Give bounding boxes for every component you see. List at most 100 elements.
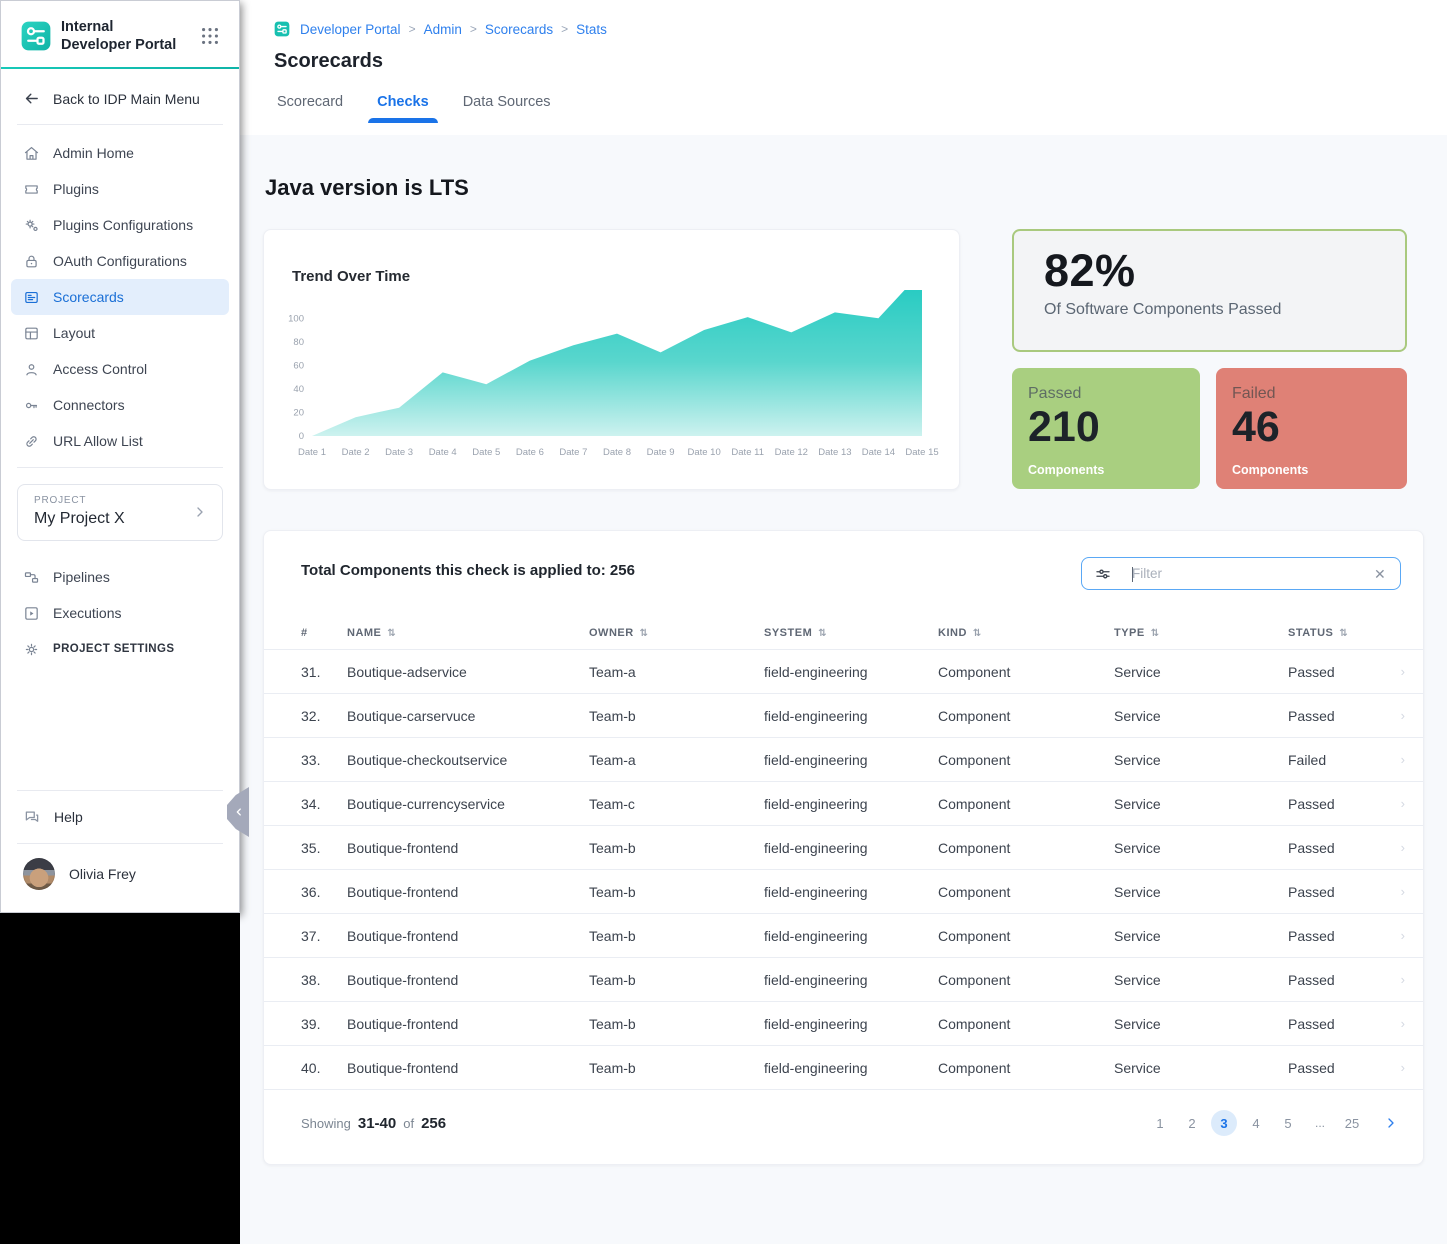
x-tick-label: Date 8	[603, 447, 631, 458]
table-row[interactable]: 36.Boutique-frontendTeam-bfield-engineer…	[264, 869, 1423, 913]
project-selector[interactable]: PROJECT My Project X	[17, 484, 223, 541]
user-profile[interactable]: Olivia Frey	[1, 844, 239, 912]
column-header-status[interactable]: STATUS⇅	[1288, 627, 1398, 639]
passed-value: 210	[1028, 405, 1184, 450]
sidebar-item-label: URL Allow List	[53, 433, 143, 449]
column-header-owner[interactable]: OWNER⇅	[589, 627, 764, 639]
table-row[interactable]: 38.Boutique-frontendTeam-bfield-engineer…	[264, 957, 1423, 1001]
avatar	[23, 858, 55, 890]
column-label: TYPE	[1114, 627, 1145, 639]
sidebar-nav-admin: Admin HomePluginsPlugins ConfigurationsO…	[1, 125, 239, 467]
cell-name: Boutique-currencyservice	[347, 796, 589, 812]
breadcrumb-scorecards[interactable]: Scorecards	[485, 22, 553, 37]
cell-system: field-engineering	[764, 708, 938, 724]
table-row[interactable]: 39.Boutique-frontendTeam-bfield-engineer…	[264, 1001, 1423, 1045]
sort-icon: ⇅	[387, 628, 396, 639]
chart-title: Trend Over Time	[292, 268, 410, 285]
column-header-type[interactable]: TYPE⇅	[1114, 627, 1288, 639]
clear-filter-icon[interactable]: ✕	[1374, 567, 1388, 581]
sidebar-item-layout[interactable]: Layout	[11, 315, 229, 351]
sidebar-item-project-settings[interactable]: PROJECT SETTINGS	[11, 631, 229, 667]
table-row[interactable]: 31.Boutique-adserviceTeam-afield-enginee…	[264, 649, 1423, 693]
arrow-left-icon	[23, 90, 40, 107]
column-header-system[interactable]: SYSTEM⇅	[764, 627, 938, 639]
sidebar-item-label: Access Control	[53, 361, 147, 377]
table-row[interactable]: 35.Boutique-frontendTeam-bfield-engineer…	[264, 825, 1423, 869]
filter-sliders-icon	[1094, 565, 1112, 583]
breadcrumb-stats[interactable]: Stats	[576, 22, 607, 37]
project-name: My Project X	[34, 510, 192, 528]
idp-logo-icon	[274, 21, 290, 37]
cell-name: Boutique-frontend	[347, 928, 589, 944]
row-chevron-icon: ›	[1401, 1060, 1405, 1075]
page-button-4[interactable]: 4	[1243, 1110, 1269, 1136]
column-header-name[interactable]: NAME⇅	[347, 627, 589, 639]
failed-label: Failed	[1232, 385, 1391, 403]
breadcrumb-admin[interactable]: Admin	[424, 22, 462, 37]
sidebar-item-connectors[interactable]: Connectors	[11, 387, 229, 423]
cell-name: Boutique-frontend	[347, 972, 589, 988]
cell-num: 31.	[301, 664, 347, 680]
cell-owner: Team-b	[589, 972, 764, 988]
table-row[interactable]: 40.Boutique-frontendTeam-bfield-engineer…	[264, 1045, 1423, 1089]
tab-checks[interactable]: Checks	[377, 94, 429, 123]
sidebar-item-label: Connectors	[53, 397, 125, 413]
breadcrumb-developer-portal[interactable]: Developer Portal	[300, 22, 401, 37]
table-row[interactable]: 33.Boutique-checkoutserviceTeam-afield-e…	[264, 737, 1423, 781]
table-row[interactable]: 37.Boutique-frontendTeam-bfield-engineer…	[264, 913, 1423, 957]
sidebar-item-plugins-configurations[interactable]: Plugins Configurations	[11, 207, 229, 243]
pagination-ellipsis: ...	[1307, 1110, 1333, 1136]
cell-name: Boutique-frontend	[347, 884, 589, 900]
breadcrumb: Developer Portal>Admin>Scorecards>Stats	[240, 0, 1447, 37]
filter-input[interactable]	[1112, 566, 1374, 581]
scorecard-icon	[23, 289, 40, 306]
sidebar-item-pipelines[interactable]: Pipelines	[11, 559, 229, 595]
project-label: PROJECT	[34, 495, 192, 506]
page-button-2[interactable]: 2	[1179, 1110, 1205, 1136]
tab-data-sources[interactable]: Data Sources	[463, 94, 551, 123]
brand-title: Internal Developer Portal	[61, 18, 189, 54]
summary-percent-card: 82% Of Software Components Passed	[1012, 229, 1407, 352]
tab-scorecard[interactable]: Scorecard	[277, 94, 343, 123]
sort-icon: ⇅	[973, 628, 982, 639]
sidebar-item-admin-home[interactable]: Admin Home	[11, 135, 229, 171]
sidebar-item-access-control[interactable]: Access Control	[11, 351, 229, 387]
table-row[interactable]: 32.Boutique-carservuceTeam-bfield-engine…	[264, 693, 1423, 737]
sidebar-item-label: PROJECT SETTINGS	[53, 643, 174, 655]
page-button-5[interactable]: 5	[1275, 1110, 1301, 1136]
sidebar-item-oauth-configurations[interactable]: OAuth Configurations	[11, 243, 229, 279]
table-row[interactable]: 34.Boutique-currencyserviceTeam-cfield-e…	[264, 781, 1423, 825]
tab-bar: Scorecard Checks Data Sources	[240, 73, 1447, 123]
page-button-25[interactable]: 25	[1339, 1110, 1365, 1136]
gears-icon	[23, 217, 40, 234]
app-grid-icon[interactable]	[199, 25, 221, 47]
cell-kind: Component	[938, 840, 1114, 856]
showing-range: 31-40	[358, 1115, 396, 1132]
next-page-button[interactable]	[1383, 1115, 1399, 1131]
sidebar-item-label: Layout	[53, 325, 95, 341]
row-chevron-icon: ›	[1401, 752, 1405, 767]
page-button-3[interactable]: 3	[1211, 1110, 1237, 1136]
brand-header[interactable]: Internal Developer Portal	[1, 1, 239, 67]
cell-status: Passed	[1288, 1016, 1398, 1032]
back-to-main-menu[interactable]: Back to IDP Main Menu	[1, 69, 239, 124]
page-button-1[interactable]: 1	[1147, 1110, 1173, 1136]
x-tick-label: Date 10	[687, 447, 720, 458]
sidebar-item-scorecards[interactable]: Scorecards	[11, 279, 229, 315]
cell-system: field-engineering	[764, 796, 938, 812]
column-header-kind[interactable]: KIND⇅	[938, 627, 1114, 639]
sidebar-item-plugins[interactable]: Plugins	[11, 171, 229, 207]
passed-card: Passed 210 Components	[1012, 368, 1200, 489]
sidebar-item-url-allow-list[interactable]: URL Allow List	[11, 423, 229, 459]
y-tick-label: 20	[293, 408, 304, 419]
help-button[interactable]: Help	[1, 791, 239, 843]
sidebar-item-label: Executions	[53, 605, 121, 621]
y-tick-label: 80	[293, 337, 304, 348]
failed-card: Failed 46 Components	[1216, 368, 1407, 489]
sidebar-item-executions[interactable]: Executions	[11, 595, 229, 631]
cell-kind: Component	[938, 928, 1114, 944]
cell-owner: Team-b	[589, 928, 764, 944]
failed-value: 46	[1232, 405, 1391, 450]
x-tick-label: Date 1	[298, 447, 326, 458]
cell-system: field-engineering	[764, 884, 938, 900]
